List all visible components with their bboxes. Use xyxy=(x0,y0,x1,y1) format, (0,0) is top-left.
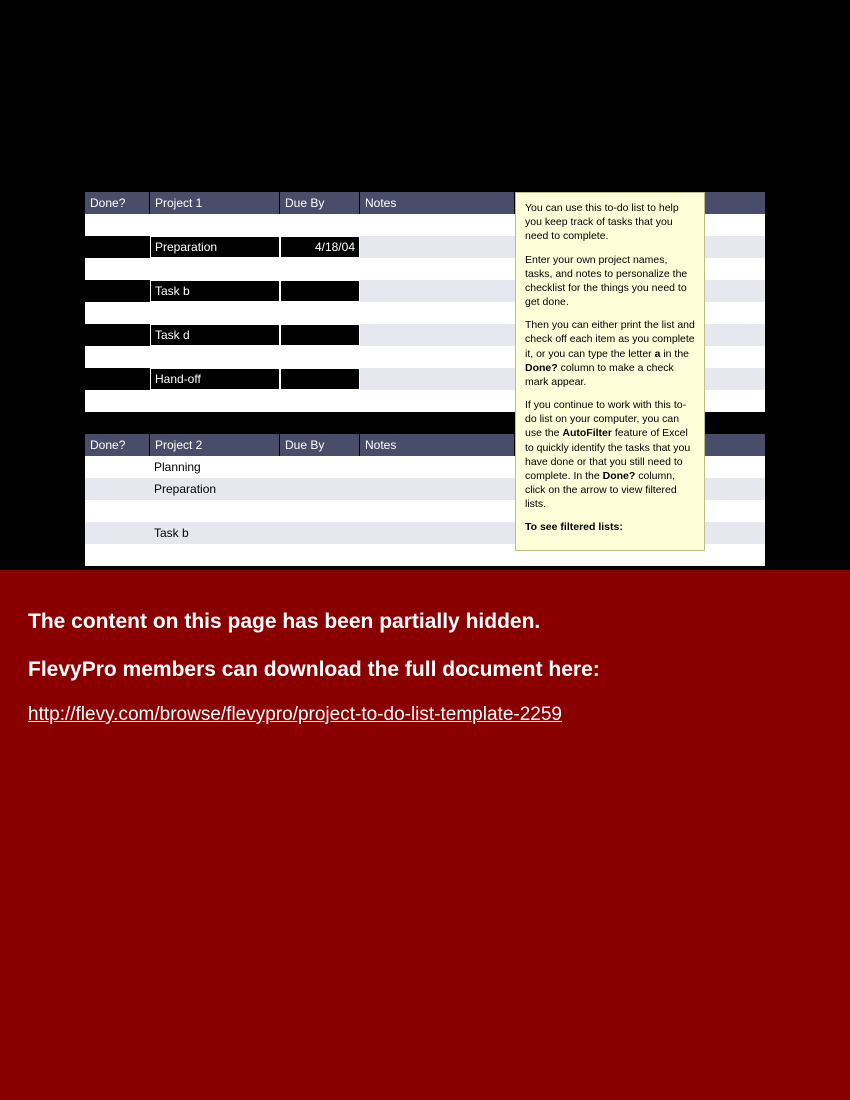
note-p4: If you continue to work with this to-do … xyxy=(525,398,695,511)
instructions-note: You can use this to-do list to help you … xyxy=(515,192,705,551)
due-cell[interactable] xyxy=(280,324,360,346)
col-due: Due By xyxy=(280,192,360,214)
task-cell[interactable]: Task d xyxy=(150,324,280,346)
due-cell[interactable] xyxy=(280,280,360,302)
note-p3: Then you can either print the list and c… xyxy=(525,318,695,389)
due-cell[interactable] xyxy=(280,368,360,390)
col-done: Done? xyxy=(85,192,150,214)
task-cell[interactable]: Preparation xyxy=(150,478,280,500)
col-done: Done? xyxy=(85,434,150,456)
right-stripe-column xyxy=(705,192,765,566)
col-task: Project 2 xyxy=(150,434,280,456)
task-cell[interactable]: Task b xyxy=(150,522,280,544)
overlay-line2: FlevyPro members can download the full d… xyxy=(28,658,822,682)
due-cell[interactable]: 4/18/04 xyxy=(280,236,360,258)
col-notes: Notes xyxy=(360,192,515,214)
task-cell[interactable]: Preparation xyxy=(150,236,280,258)
task-cell[interactable]: Task b xyxy=(150,280,280,302)
col-task: Project 1 xyxy=(150,192,280,214)
note-p5: To see filtered lists: xyxy=(525,520,695,534)
note-p2: Enter your own project names, tasks, and… xyxy=(525,253,695,310)
overlay-link[interactable]: http://flevy.com/browse/flevypro/project… xyxy=(28,704,562,725)
task-cell[interactable]: Hand-off xyxy=(150,368,280,390)
paywall-overlay: The content on this page has been partia… xyxy=(0,570,850,1100)
task-cell[interactable]: Planning xyxy=(150,456,280,478)
overlay-line1: The content on this page has been partia… xyxy=(28,610,822,634)
note-p1: You can use this to-do list to help you … xyxy=(525,201,695,244)
col-due: Due By xyxy=(280,434,360,456)
col-notes: Notes xyxy=(360,434,515,456)
